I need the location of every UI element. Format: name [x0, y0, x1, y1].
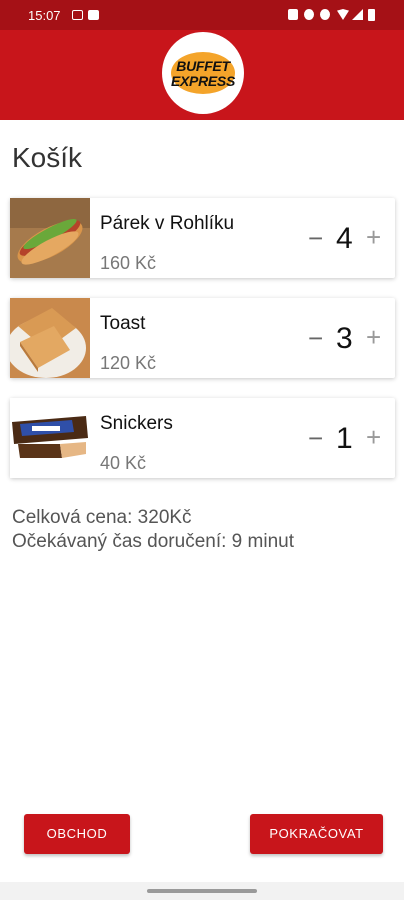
- checkbox-notification-icon: [88, 10, 99, 20]
- hotdog-image: [10, 198, 90, 278]
- cart-item: Snickers 40 Kč − 1 +: [10, 398, 395, 478]
- logo-line-2: EXPRESS: [170, 73, 236, 89]
- toast-image: [10, 298, 90, 378]
- continue-button[interactable]: POKRAČOVAT: [250, 814, 383, 854]
- signal-icon: [352, 9, 363, 20]
- quantity-value: 3: [336, 322, 353, 355]
- decrease-quantity-button[interactable]: −: [308, 325, 323, 351]
- item-price: 40 Kč: [100, 453, 147, 473]
- increase-quantity-button[interactable]: +: [366, 224, 381, 250]
- cart-item: Toast 120 Kč − 3 +: [10, 298, 395, 378]
- increase-quantity-button[interactable]: +: [366, 424, 381, 450]
- navigation-bar: [0, 882, 404, 900]
- mute-icon: [320, 9, 330, 20]
- quantity-value: 1: [336, 422, 353, 455]
- lock-icon: [288, 9, 298, 20]
- buffet-express-logo: BUFFET EXPRESS: [162, 32, 244, 114]
- gallery-notification-icon: [72, 10, 83, 20]
- increase-quantity-button[interactable]: +: [366, 324, 381, 350]
- item-name: Toast: [100, 313, 146, 334]
- decrease-quantity-button[interactable]: −: [308, 225, 323, 251]
- wifi-icon: [337, 9, 349, 20]
- alarm-icon: [304, 9, 314, 20]
- home-gesture-handle[interactable]: [147, 889, 257, 893]
- total-price: Celková cena: 320Kč: [12, 507, 192, 528]
- battery-icon: [368, 9, 375, 21]
- cart-item: Párek v Rohlíku 160 Kč − 4 +: [10, 198, 395, 278]
- item-name: Párek v Rohlíku: [100, 213, 235, 234]
- shop-button[interactable]: OBCHOD: [24, 814, 130, 854]
- item-name: Snickers: [100, 413, 173, 434]
- logo-line-1: BUFFET: [176, 58, 230, 74]
- order-summary: Celková cena: 320Kč Očekávaný čas doruče…: [12, 506, 294, 554]
- snickers-image: [10, 398, 90, 478]
- item-price: 160 Kč: [100, 253, 157, 273]
- item-price: 120 Kč: [100, 353, 157, 373]
- decrease-quantity-button[interactable]: −: [308, 425, 323, 451]
- delivery-time: Očekávaný čas doručení: 9 minut: [12, 531, 294, 552]
- app-header: BUFFET EXPRESS: [0, 30, 404, 120]
- status-bar: 15:07: [0, 0, 404, 30]
- page-title: Košík: [12, 142, 83, 173]
- quantity-value: 4: [336, 222, 353, 255]
- status-time: 15:07: [28, 8, 61, 23]
